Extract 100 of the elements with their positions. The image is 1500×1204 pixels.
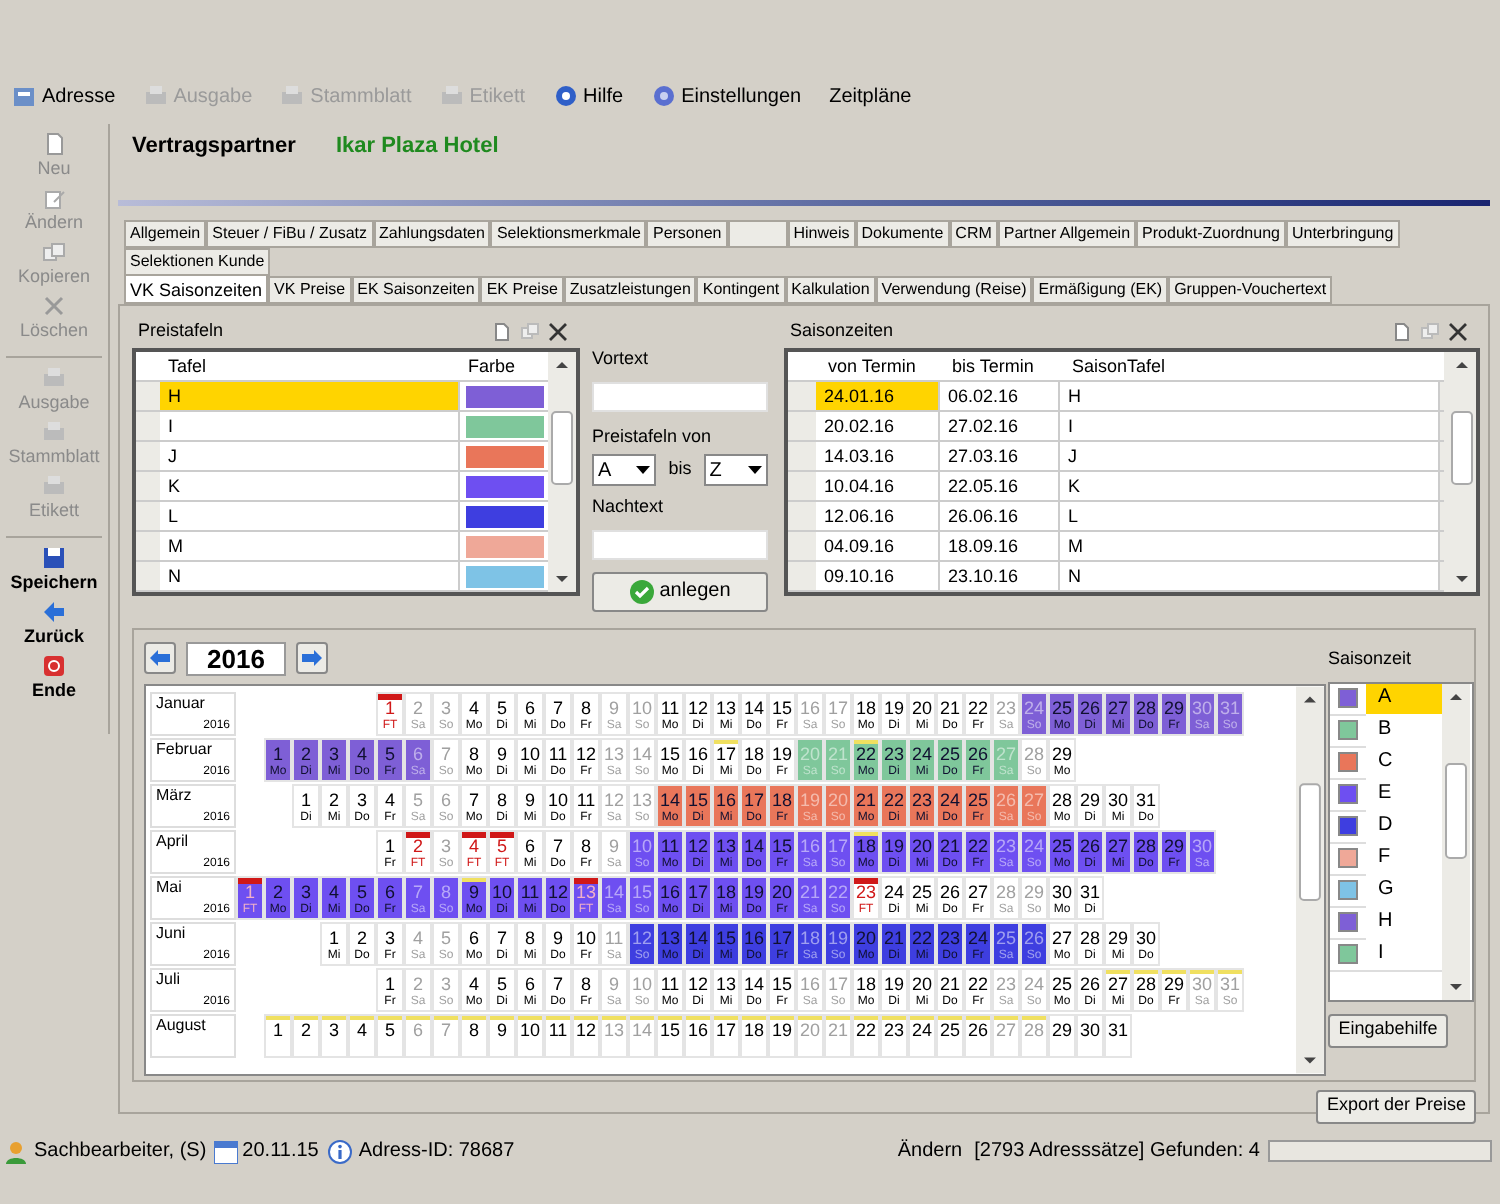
input-field[interactable] <box>592 529 768 559</box>
table-cell[interactable]: 09.10.16 <box>816 562 940 590</box>
tab[interactable]: CRM <box>949 220 998 248</box>
tab[interactable]: Produkt-Zuordnung <box>1136 220 1286 248</box>
tab[interactable]: EK Preise <box>480 276 564 304</box>
sidebar-button[interactable]: Zurück <box>23 600 84 654</box>
table-cell[interactable]: 24.01.16 <box>816 382 940 410</box>
day-cell[interactable]: 9 <box>488 1013 516 1057</box>
table-cell[interactable]: 04.09.16 <box>816 532 940 560</box>
day-number: 11 <box>660 973 680 995</box>
table-cell[interactable]: J <box>1060 442 1440 470</box>
tab[interactable]: Steuer / FiBu / Zusatz <box>206 220 374 248</box>
day-cell[interactable]: 10 <box>516 1013 544 1057</box>
table-cell[interactable]: I <box>1060 412 1440 440</box>
tab[interactable]: Zahlungsdaten <box>373 220 491 248</box>
table-cell[interactable]: 18.09.16 <box>940 532 1060 560</box>
tab[interactable]: Selektionsmerkmale <box>490 220 647 248</box>
day-cell[interactable]: 22 <box>852 1013 880 1057</box>
tab[interactable]: Dokumente <box>855 220 950 248</box>
day-cell[interactable]: 25 <box>936 1013 964 1057</box>
day-number: 13 <box>603 1019 624 1041</box>
table-cell[interactable]: L <box>160 502 460 530</box>
day-cell[interactable]: 2 <box>292 1013 320 1057</box>
day-number: 9 <box>608 973 619 995</box>
tab[interactable]: EK Saisonzeiten <box>351 276 481 304</box>
table-cell[interactable]: L <box>1060 502 1440 530</box>
toolbar-button[interactable]: Zeitpläne <box>829 81 912 111</box>
day-cell[interactable]: 12 <box>572 1013 600 1057</box>
day-cell[interactable]: 18 <box>740 1013 768 1057</box>
day-cell[interactable]: 30 <box>1076 1013 1104 1057</box>
day-number: 5 <box>496 835 507 857</box>
toolbar-button[interactable]: Hilfe <box>553 81 624 111</box>
table-cell[interactable]: 14.03.16 <box>816 442 940 470</box>
table-cell[interactable]: 06.02.16 <box>940 382 1060 410</box>
tab[interactable]: Personen <box>646 220 728 248</box>
tab[interactable]: Ermäßigung (EK) <box>1032 276 1169 304</box>
partner-name: Ikar Plaza Hotel <box>335 131 499 162</box>
table-cell[interactable]: 23.10.16 <box>940 562 1060 590</box>
table-cell[interactable]: 20.02.16 <box>816 412 940 440</box>
tab[interactable]: VK Saisonzeiten <box>124 274 269 304</box>
table-cell[interactable]: H <box>1060 382 1440 410</box>
day-cell[interactable]: 5 <box>376 1013 404 1057</box>
day-cell[interactable]: 23 <box>880 1013 908 1057</box>
tab[interactable]: Kontingent <box>696 276 786 304</box>
sidebar-button[interactable]: Ende <box>31 654 76 708</box>
day-cell[interactable]: 15 <box>656 1013 684 1057</box>
helper-button[interactable]: Eingabehilfe <box>1328 1013 1448 1047</box>
table-cell[interactable]: K <box>160 472 460 500</box>
day-cell[interactable]: 19 <box>768 1013 796 1057</box>
day-cell[interactable]: 1 <box>264 1013 292 1057</box>
day-cell[interactable]: 11 <box>544 1013 572 1057</box>
table-cell[interactable]: M <box>1060 532 1440 560</box>
table-cell[interactable]: H <box>160 382 460 410</box>
table-cell[interactable]: N <box>160 562 460 590</box>
table-cell[interactable]: 10.04.16 <box>816 472 940 500</box>
previous-year-button[interactable] <box>144 642 176 674</box>
tab[interactable]: Kalkulation <box>785 276 876 304</box>
tab[interactable]: Unterbringung <box>1285 220 1400 248</box>
day-cell[interactable]: 3 <box>320 1013 348 1057</box>
tab[interactable]: Selektionen Kunde <box>124 248 271 276</box>
table-cell[interactable]: I <box>160 412 460 440</box>
day-number: 14 <box>603 881 624 903</box>
next-year-button[interactable] <box>296 642 328 674</box>
list-item[interactable]: A <box>1366 683 1442 714</box>
table-cell[interactable]: 12.06.16 <box>816 502 940 530</box>
year-field[interactable]: 2016 <box>186 641 286 675</box>
day-number: 6 <box>384 881 395 903</box>
day-cell[interactable]: 31 <box>1104 1013 1132 1057</box>
tab[interactable]: Zusatzleistungen <box>563 276 697 304</box>
tab[interactable]: Hinweis <box>787 220 856 248</box>
day-number: 21 <box>939 973 960 995</box>
tab[interactable]: Allgemein <box>124 220 207 248</box>
toolbar-button[interactable]: Einstellungen <box>651 81 802 111</box>
tab[interactable]: VK Preise <box>268 276 352 304</box>
table-cell[interactable]: K <box>1060 472 1440 500</box>
day-cell[interactable]: 26 <box>964 1013 992 1057</box>
table-cell[interactable]: 22.05.16 <box>940 472 1060 500</box>
day-cell[interactable]: 17 <box>712 1013 740 1057</box>
input-field[interactable] <box>592 381 768 411</box>
table-cell[interactable]: 27.02.16 <box>940 412 1060 440</box>
tab[interactable]: Partner Allgemein <box>997 220 1137 248</box>
export-button[interactable]: Export der Preise <box>1316 1089 1476 1123</box>
tab[interactable]: Verwendung (Reise) <box>875 276 1033 304</box>
table-cell[interactable]: M <box>160 532 460 560</box>
day-number: 5 <box>384 1019 395 1041</box>
table-cell[interactable]: 27.03.16 <box>940 442 1060 470</box>
day-cell[interactable]: 4 <box>348 1013 376 1057</box>
table-cell[interactable]: N <box>1060 562 1440 590</box>
sidebar-button[interactable]: Speichern <box>10 546 98 600</box>
tab[interactable]: Gruppen-Vouchertext <box>1168 276 1333 304</box>
day-cell[interactable]: 8 <box>460 1013 488 1057</box>
dropdown[interactable]: A <box>592 454 657 486</box>
day-cell[interactable]: 16 <box>684 1013 712 1057</box>
toolbar-button[interactable]: Adresse <box>12 81 116 111</box>
day-cell[interactable]: 29 <box>1048 1013 1076 1057</box>
day-cell[interactable]: 24 <box>908 1013 936 1057</box>
dropdown[interactable]: Z <box>703 454 768 486</box>
create-button[interactable]: anlegen <box>592 571 768 611</box>
table-cell[interactable]: J <box>160 442 460 470</box>
table-cell[interactable]: 26.06.16 <box>940 502 1060 530</box>
